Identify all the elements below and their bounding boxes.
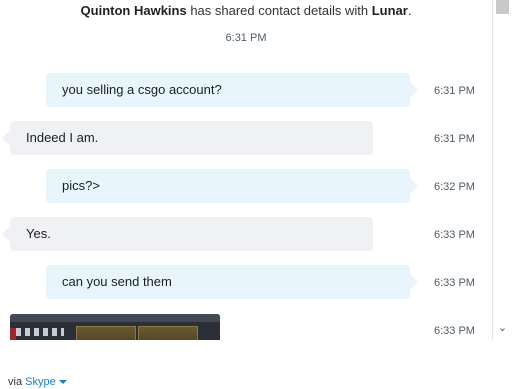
- footer-via: via Skype: [8, 376, 67, 388]
- shared-image-thumbnail[interactable]: [10, 314, 220, 340]
- message-bubble-incoming[interactable]: Indeed I am.: [2, 121, 373, 155]
- system-suffix: .: [407, 3, 412, 18]
- thumbnail-accent: [10, 328, 16, 340]
- system-target: Lunar: [371, 3, 408, 18]
- service-name: Skype: [25, 376, 56, 388]
- scrollbar-thumb[interactable]: [496, 0, 509, 14]
- chat-transcript: Quinton Hawkins has shared contact detai…: [0, 0, 492, 340]
- message-timestamp: 6:31 PM: [434, 85, 475, 97]
- thumbnail-toolbar-icons: [16, 328, 64, 336]
- system-message: Quinton Hawkins has shared contact detai…: [0, 3, 492, 18]
- thumbnail-item-panel: [138, 326, 198, 340]
- chat-scrollbar[interactable]: ⌄: [492, 0, 512, 340]
- chevron-down-icon: [58, 380, 67, 385]
- system-text: has shared contact details with: [186, 3, 372, 18]
- message-timestamp: 6:33 PM: [434, 229, 475, 241]
- message-bubble-incoming[interactable]: Yes.: [2, 217, 373, 251]
- footer-via-label: via: [8, 376, 23, 388]
- scroll-down-arrow-icon[interactable]: ⌄: [496, 321, 509, 335]
- message-bubble-outgoing[interactable]: you selling a csgo account?: [46, 73, 418, 107]
- system-timestamp: 6:31 PM: [225, 32, 267, 44]
- message-timestamp: 6:33 PM: [434, 325, 475, 337]
- message-timestamp: 6:31 PM: [434, 133, 475, 145]
- message-bubble-outgoing[interactable]: can you send them: [46, 265, 418, 299]
- message-timestamp: 6:33 PM: [434, 277, 475, 289]
- thumbnail-item-panel: [76, 326, 136, 340]
- thumbnail-titlebar: [10, 314, 220, 322]
- message-bubble-outgoing[interactable]: pics?>: [46, 169, 418, 203]
- system-sender: Quinton Hawkins: [80, 3, 187, 18]
- service-selector[interactable]: Skype: [25, 376, 67, 388]
- message-timestamp: 6:32 PM: [434, 181, 475, 193]
